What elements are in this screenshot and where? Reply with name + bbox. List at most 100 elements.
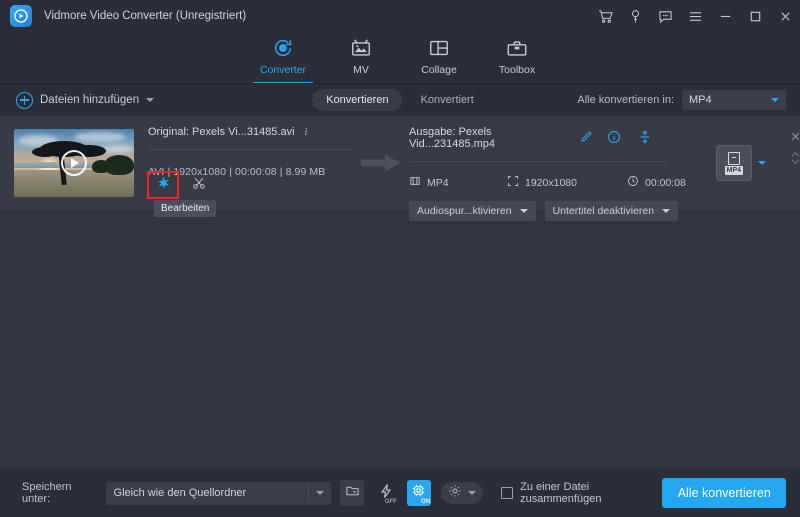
source-title-row: Original: Pexels Vi...31485.avi i [148,124,353,138]
save-path-value: Gleich wie den Quellordner [113,487,247,499]
checkbox-box [501,487,514,499]
gpu-state-label: ON [421,499,431,505]
window-title: Vidmore Video Converter (Unregistriert) [44,10,247,22]
chevron-down-icon [519,209,528,213]
output-format-value: MP4 [427,176,449,189]
add-files-button[interactable]: Dateien hinzufügen [16,91,155,109]
thumbnail-canopy [32,147,58,157]
magic-wand-icon [156,175,171,195]
bottom-bar: Speichern unter: Gleich wie den Quellord… [0,469,800,517]
compress-icon[interactable] [638,130,652,147]
thumbnail-cloud [74,132,126,142]
trim-button[interactable] [186,174,212,196]
tab-converted[interactable]: Konvertiert [407,89,488,111]
clock-icon [627,175,639,190]
film-icon [409,175,421,190]
merge-into-one-file-checkbox[interactable]: Zu einer Datei zusammenfügen [501,481,662,505]
tab-collage[interactable]: Collage [400,32,478,84]
open-folder-button[interactable] [340,480,365,506]
save-path-select[interactable]: Gleich wie den Quellordner [105,481,332,505]
row-controls [784,116,800,211]
chevron-down-icon [771,98,779,102]
video-thumbnail[interactable] [14,129,134,197]
scissors-icon [192,176,206,195]
lightning-state-label: OFF [384,499,397,505]
divider [409,161,667,162]
tab-toolbox[interactable]: Toolbox [478,32,556,84]
output-duration-item: 00:00:08 [627,175,686,190]
cart-icon[interactable] [590,0,620,32]
app-logo-icon [10,5,32,27]
output-duration-value: 00:00:08 [645,176,686,189]
play-button[interactable] [61,150,87,176]
output-format-item: MP4 [409,175,507,190]
converter-icon [272,35,294,61]
convert-all-button[interactable]: Alle konvertieren [662,478,786,508]
arrow-right-icon [361,154,400,172]
gear-icon [448,484,462,503]
convert-all-format-value: MP4 [689,94,712,106]
app-window: Vidmore Video Converter (Unregistriert) [0,0,800,517]
chevron-down-icon [468,491,477,495]
gpu-accel-toggle[interactable]: ON [406,480,432,506]
remove-file-button[interactable] [789,130,800,148]
tab-toolbox-label: Toolbox [498,64,536,76]
chevron-down-icon [662,209,671,213]
collage-icon [428,35,450,61]
hardware-accel-toggle[interactable]: OFF [373,480,397,506]
output-format-badge-group: MP4 [698,145,784,181]
subtitle-select[interactable]: Untertitel deaktivieren [544,201,679,221]
output-resolution-value: 1920x1080 [525,176,577,189]
convert-all-label: Alle konvertieren in: [577,94,674,106]
mv-icon [350,35,372,61]
edit-tooltip: Bearbeiten [154,200,217,217]
audio-track-select[interactable]: Audiospur...ktivieren [409,201,536,221]
output-selects: Audiospur...ktivieren Untertitel deaktiv… [409,201,686,221]
file-list: Original: Pexels Vi...31485.avi i AVI | … [0,116,800,469]
chevron-down-icon[interactable] [146,98,155,102]
subtitle-value: Untertitel deaktivieren [552,205,655,217]
rename-icon[interactable] [580,130,593,146]
tab-converting[interactable]: Konvertieren [312,89,403,111]
queue-tabs: Konvertieren Konvertiert [312,89,488,111]
tab-converter[interactable]: Converter [244,32,322,84]
tab-converter-label: Converter [259,64,307,76]
output-meta: MP4 1920x1080 00:00:08 [409,175,686,190]
action-bar: Dateien hinzufügen Konvertieren Konverti… [0,84,800,116]
thumbnail-bush [92,160,110,173]
convert-all-group: Alle konvertieren in: MP4 [577,90,786,110]
minimize-button[interactable] [710,0,740,32]
source-filename: Original: Pexels Vi...31485.avi [148,126,295,138]
tab-mv[interactable]: MV [322,32,400,84]
close-button[interactable] [770,0,800,32]
add-files-label: Dateien hinzufügen [40,94,140,106]
output-info-icon[interactable] [607,130,621,147]
audio-track-value: Audiospur...ktivieren [417,205,512,217]
chevron-down-icon[interactable] [757,161,766,165]
preferences-button[interactable] [441,482,484,504]
key-icon[interactable] [620,0,650,32]
merge-label: Zu einer Datei zusammenfügen [520,481,602,505]
source-panel: Original: Pexels Vi...31485.avi i AVI | … [147,124,353,217]
plus-circle-icon [16,91,33,109]
edit-button[interactable] [147,171,179,199]
format-badge-label: MP4 [724,165,744,175]
output-panel: Ausgabe: Pexels Vid...231485.mp4 MP4 192… [409,124,698,221]
menu-icon[interactable] [680,0,710,32]
output-filename: Ausgabe: Pexels Vid...231485.mp4 [409,126,496,150]
folder-icon [345,483,360,503]
resize-icon [507,175,519,190]
output-title-row: Ausgabe: Pexels Vid...231485.mp4 [409,124,686,150]
maximize-button[interactable] [740,0,770,32]
reorder-file-button[interactable] [790,150,800,171]
format-badge-button[interactable]: MP4 [715,145,752,181]
info-icon[interactable]: i [301,127,312,138]
source-tools [147,171,212,199]
toolbox-icon [506,35,528,61]
chevron-down-icon [316,491,325,495]
feedback-icon[interactable] [650,0,680,32]
table-row[interactable]: Original: Pexels Vi...31485.avi i AVI | … [0,116,800,221]
tab-mv-label: MV [353,64,369,76]
main-nav: Converter MV Collage Toolbox [0,32,800,84]
convert-all-format-select[interactable]: MP4 [682,90,786,110]
